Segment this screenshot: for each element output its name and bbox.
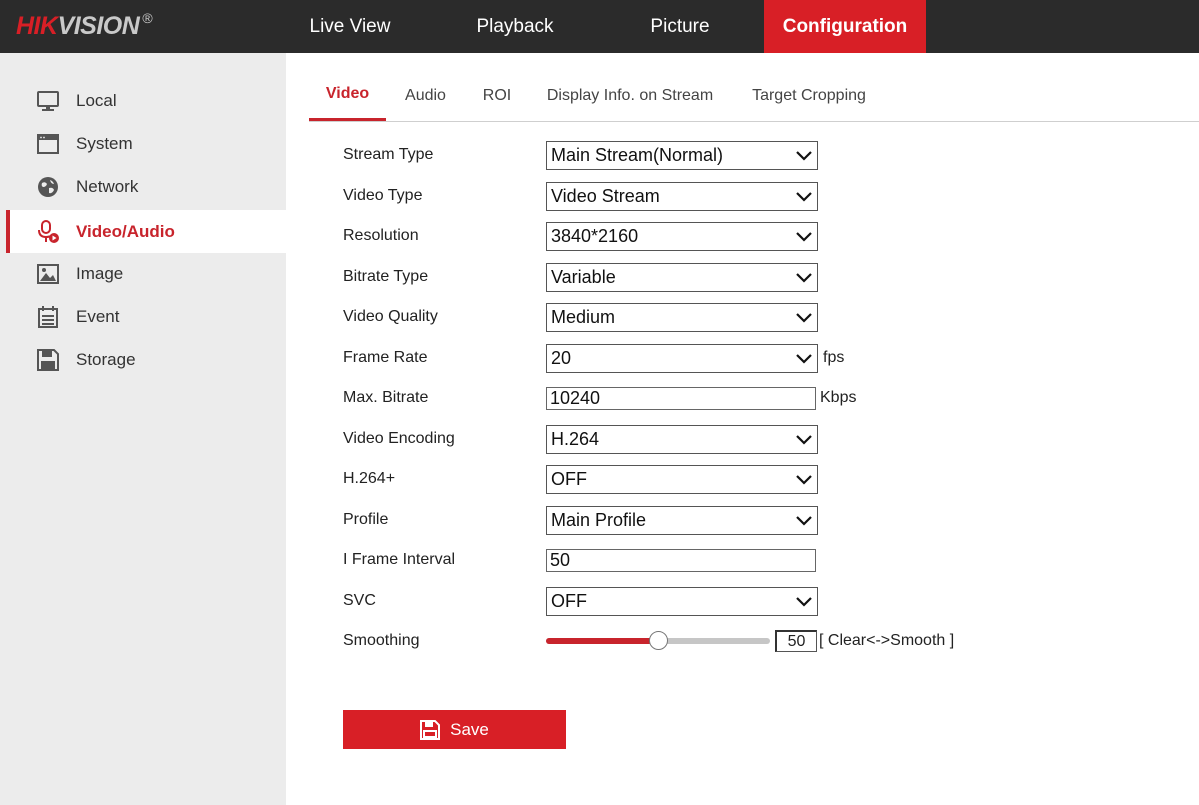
stream-type-value: Main Stream(Normal) (551, 145, 724, 165)
video-type-label: Video Type (343, 187, 423, 204)
sidebar-item-label: Network (76, 176, 139, 196)
chevron-down-icon (796, 516, 812, 526)
sidebar-item-label: System (76, 133, 133, 153)
svc-label: SVC (343, 592, 376, 609)
max-bitrate-input[interactable]: 10240 (546, 387, 816, 410)
frame-rate-unit: fps (823, 349, 845, 366)
bitrate-type-select[interactable]: Variable (546, 263, 818, 292)
calendar-list-icon (38, 306, 58, 328)
frame-rate-select[interactable]: 20 (546, 344, 818, 373)
h264-plus-select[interactable]: OFF (546, 465, 818, 494)
profile-label: Profile (343, 511, 389, 528)
video-encoding-value: H.264 (551, 429, 600, 449)
resolution-label: Resolution (343, 227, 419, 244)
top-bar: HIK VISION ® Live View Playback Picture Co… (0, 0, 1199, 53)
sidebar-item-label: Event (76, 306, 120, 326)
chevron-down-icon (796, 273, 812, 283)
sidebar-item-network[interactable]: Network (6, 165, 286, 208)
monitor-icon (37, 91, 59, 111)
tab-roi[interactable]: ROI (475, 70, 519, 121)
chevron-down-icon (796, 192, 812, 202)
sidebar-item-image[interactable]: Image (6, 252, 286, 295)
smoothing-label: Smoothing (343, 632, 420, 649)
chevron-down-icon (796, 475, 812, 485)
profile-select[interactable]: Main Profile (546, 506, 818, 535)
smoothing-slider-fill (546, 638, 658, 644)
sidebar-item-label: Video/Audio (76, 221, 175, 241)
svc-value: OFF (551, 591, 587, 611)
sidebar-item-label: Storage (76, 349, 136, 369)
nav-picture[interactable]: Picture (613, 0, 747, 53)
tab-display-info-on-stream[interactable]: Display Info. on Stream (540, 70, 720, 121)
nav-configuration[interactable]: Configuration (764, 0, 926, 53)
max-bitrate-unit: Kbps (820, 389, 857, 406)
video-encoding-label: Video Encoding (343, 430, 455, 447)
tab-target-cropping[interactable]: Target Cropping (743, 70, 875, 121)
chevron-down-icon (796, 232, 812, 242)
svc-select[interactable]: OFF (546, 587, 818, 616)
i-frame-interval-label: I Frame Interval (343, 551, 456, 568)
chevron-down-icon (796, 151, 812, 161)
sidebar-item-system[interactable]: System (6, 122, 286, 165)
nav-playback[interactable]: Playback (447, 0, 583, 53)
video-quality-label: Video Quality (343, 308, 438, 325)
video-type-select[interactable]: Video Stream (546, 182, 818, 211)
smoothing-slider-handle[interactable] (649, 631, 668, 650)
sidebar-item-event[interactable]: Event (6, 295, 286, 338)
frame-rate-value: 20 (551, 348, 572, 368)
video-type-value: Video Stream (551, 186, 660, 206)
sidebar-item-local[interactable]: Local (6, 79, 286, 122)
smoothing-slider[interactable] (546, 631, 770, 650)
sidebar: Local System Network Video/Audio Image E… (0, 53, 286, 805)
logo-grey-text: VISION (57, 11, 140, 40)
video-encoding-select[interactable]: H.264 (546, 425, 818, 454)
system-window-icon (37, 134, 59, 154)
stream-type-label: Stream Type (343, 146, 434, 163)
chevron-down-icon (796, 313, 812, 323)
save-button-label: Save (450, 719, 489, 739)
nav-live-view[interactable]: Live View (283, 0, 417, 53)
tab-bar: Video Audio ROI Display Info. on Stream … (309, 70, 1199, 122)
profile-value: Main Profile (551, 510, 647, 530)
floppy-disk-icon (37, 349, 59, 371)
smoothing-value-input[interactable]: 50 (775, 630, 817, 652)
tab-audio[interactable]: Audio (397, 70, 454, 121)
image-icon (37, 264, 59, 284)
globe-icon (38, 177, 58, 197)
chevron-down-icon (796, 597, 812, 607)
sidebar-item-storage[interactable]: Storage (6, 338, 286, 381)
logo-red-text: HIK (16, 11, 58, 40)
h264-plus-value: OFF (551, 469, 587, 489)
tab-video[interactable]: Video (309, 70, 386, 121)
sidebar-item-label: Image (76, 263, 124, 283)
bitrate-type-value: Variable (551, 267, 616, 287)
h264-plus-label: H.264+ (343, 470, 396, 487)
registered-mark: ® (142, 10, 153, 26)
resolution-select[interactable]: 3840*2160 (546, 222, 818, 251)
video-quality-select[interactable]: Medium (546, 303, 818, 332)
stream-type-select[interactable]: Main Stream(Normal) (546, 141, 818, 170)
max-bitrate-label: Max. Bitrate (343, 389, 429, 406)
bitrate-type-label: Bitrate Type (343, 268, 429, 285)
sidebar-item-video-audio[interactable]: Video/Audio (6, 210, 286, 253)
save-button[interactable]: Save (343, 710, 566, 749)
hikvision-logo: HIK VISION ® (16, 10, 153, 42)
i-frame-interval-input[interactable]: 50 (546, 549, 816, 572)
chevron-down-icon (796, 354, 812, 364)
chevron-down-icon (796, 435, 812, 445)
resolution-value: 3840*2160 (551, 226, 639, 246)
microphone-video-icon (38, 220, 59, 243)
video-quality-value: Medium (551, 307, 616, 327)
sidebar-item-label: Local (76, 90, 117, 110)
smoothing-hint: [ Clear<->Smooth ] (819, 632, 955, 649)
save-icon (420, 719, 441, 740)
frame-rate-label: Frame Rate (343, 349, 428, 366)
